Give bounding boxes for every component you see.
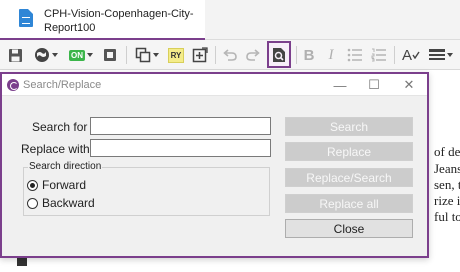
bold-button[interactable]: B bbox=[300, 44, 318, 66]
ry-button[interactable]: RY bbox=[167, 44, 185, 66]
radio-backward-label: Backward bbox=[42, 196, 95, 210]
radio-backward-indicator[interactable] bbox=[27, 197, 38, 209]
align-icon bbox=[429, 49, 445, 60]
document-tab[interactable]: CPH-Vision-Copenhagen-City-Report100 bbox=[0, 0, 205, 40]
close-window-button[interactable]: ✕ bbox=[392, 74, 426, 96]
copy-dropdown[interactable] bbox=[132, 44, 162, 66]
main-toolbar: ON RY B I A bbox=[0, 40, 460, 70]
numbered-list-button[interactable] bbox=[369, 44, 389, 66]
italic-button[interactable]: I bbox=[322, 44, 340, 66]
document-tabstrip: CPH-Vision-Copenhagen-City-Report100 bbox=[0, 0, 460, 40]
document-text-line: Jeans, bbox=[434, 161, 460, 176]
search-direction-group: Search direction Forward Backward bbox=[23, 161, 270, 216]
copy-icon bbox=[135, 47, 151, 63]
search-button[interactable]: Search bbox=[285, 117, 413, 136]
radio-backward[interactable]: Backward bbox=[27, 196, 95, 210]
dialog-titlebar[interactable]: Search/Replace — ☐ ✕ bbox=[2, 74, 427, 96]
italic-icon: I bbox=[328, 46, 334, 63]
replace-input[interactable] bbox=[90, 139, 271, 157]
insert-icon bbox=[192, 47, 208, 63]
chevron-down-icon bbox=[153, 53, 159, 57]
save-icon bbox=[8, 48, 22, 62]
document-tab-title: CPH-Vision-Copenhagen-City-Report100 bbox=[44, 8, 194, 34]
bullet-list-button[interactable] bbox=[345, 44, 365, 66]
close-icon: ✕ bbox=[403, 77, 415, 92]
align-dropdown[interactable] bbox=[426, 44, 456, 66]
search-replace-icon bbox=[273, 47, 285, 62]
checkmark-icon bbox=[412, 51, 420, 59]
spellcheck-button[interactable]: A bbox=[400, 44, 422, 66]
app-logo-icon bbox=[7, 79, 19, 91]
save-button[interactable] bbox=[5, 44, 25, 66]
bold-icon: B bbox=[303, 46, 315, 64]
search-for-label: Search for bbox=[32, 120, 88, 134]
on-badge-icon: ON bbox=[69, 49, 85, 61]
spellcheck-icon: A bbox=[401, 46, 412, 64]
close-button[interactable]: Close bbox=[285, 219, 413, 238]
insert-button[interactable] bbox=[190, 44, 210, 66]
chevron-down-icon bbox=[447, 53, 453, 57]
radio-forward-indicator[interactable] bbox=[27, 179, 38, 191]
document-text-line: ful tov bbox=[434, 209, 460, 224]
radio-forward[interactable]: Forward bbox=[27, 178, 86, 192]
replace-all-button[interactable]: Replace all bbox=[285, 194, 413, 213]
toolbar-separator bbox=[394, 46, 395, 64]
search-replace-button[interactable] bbox=[267, 41, 291, 68]
document-image-fragment bbox=[17, 258, 27, 266]
ry-badge-icon: RY bbox=[167, 47, 185, 63]
maximize-icon: ☐ bbox=[368, 77, 380, 92]
search-replace-dialog: Search/Replace — ☐ ✕ Search for Replace … bbox=[0, 72, 429, 258]
document-text-line: of des bbox=[434, 144, 460, 159]
toolbar-separator bbox=[296, 46, 297, 64]
document-text-line: sen, to bbox=[434, 177, 460, 192]
minimize-button[interactable]: — bbox=[323, 74, 357, 96]
undo-icon bbox=[223, 49, 237, 61]
document-icon bbox=[19, 9, 33, 27]
chevron-down-icon bbox=[87, 53, 93, 57]
replace-search-button[interactable]: Replace/Search bbox=[285, 168, 413, 187]
track-changes-dropdown[interactable]: ON bbox=[68, 44, 94, 66]
language-dropdown[interactable] bbox=[30, 44, 62, 66]
document-text-line: rize is bbox=[434, 193, 460, 208]
record-icon bbox=[104, 49, 116, 61]
search-input[interactable] bbox=[90, 117, 271, 135]
replace-with-label: Replace with bbox=[21, 142, 90, 156]
undo-button[interactable] bbox=[220, 44, 240, 66]
toolbar-separator bbox=[126, 46, 127, 64]
toolbar-separator bbox=[215, 46, 216, 64]
numbered-list-icon bbox=[371, 48, 386, 62]
redo-icon bbox=[246, 49, 260, 61]
chevron-down-icon bbox=[52, 53, 58, 57]
replace-button[interactable]: Replace bbox=[285, 142, 413, 161]
dialog-title: Search/Replace bbox=[23, 79, 102, 91]
record-button[interactable] bbox=[100, 44, 120, 66]
minimize-icon: — bbox=[333, 77, 347, 93]
globe-icon bbox=[35, 48, 49, 62]
radio-forward-label: Forward bbox=[42, 178, 87, 192]
bullet-list-icon bbox=[347, 48, 362, 62]
redo-button[interactable] bbox=[243, 44, 263, 66]
maximize-button[interactable]: ☐ bbox=[357, 74, 391, 96]
search-direction-title: Search direction bbox=[28, 161, 103, 172]
